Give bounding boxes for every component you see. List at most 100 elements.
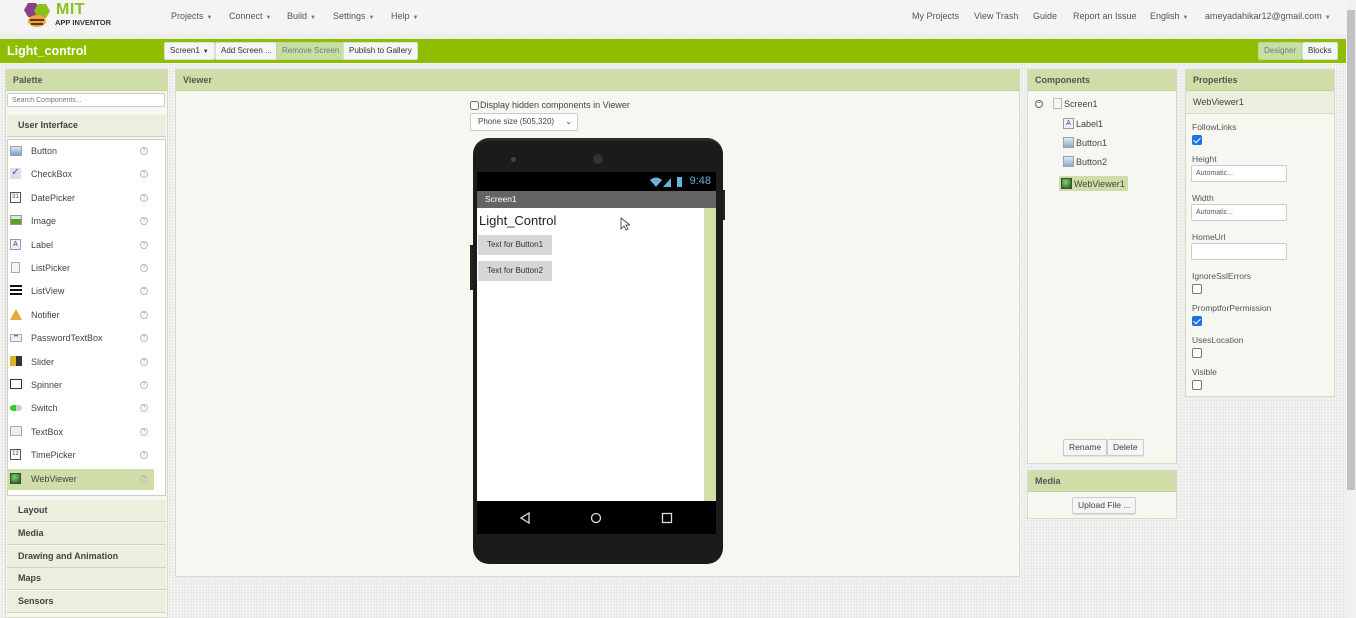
palette-item-webviewer[interactable]: WebViewer? [7,468,154,490]
display-hidden-checkbox[interactable] [470,100,479,110]
prop-height-input[interactable]: Automatic... [1191,165,1287,182]
prop-visible-checkbox[interactable] [1192,380,1202,390]
help-icon[interactable]: ? [140,147,148,155]
category-sensors[interactable]: Sensors [7,591,166,613]
publish-gallery-button[interactable]: Publish to Gallery [343,42,418,60]
account-dropdown[interactable]: ameyadahikar12@gmail.com ▼ [1205,11,1331,21]
palette-item-datepicker[interactable]: 31 DatePicker? [7,188,154,209]
help-icon[interactable]: ? [140,287,148,296]
link-report-issue[interactable]: Report an Issue [1073,11,1137,21]
tree-item-label1[interactable]: A Label1 [1063,118,1103,129]
category-user-interface[interactable]: User Interface [7,115,166,137]
phone-size-select[interactable]: Phone size (505,320) ⌄ [470,113,578,131]
help-icon[interactable]: ? [140,474,148,483]
palette-item-slider[interactable]: Slider? [7,352,154,373]
upload-file-button[interactable]: Upload File ... [1072,497,1137,514]
mock-label1[interactable]: Light_Control [479,213,556,228]
mock-button1[interactable]: Text for Button1 [478,235,552,255]
screen-select-label: Screen1 [170,46,200,55]
link-view-trash[interactable]: View Trash [974,11,1018,21]
search-components-input[interactable] [7,93,165,107]
palette-item-passwordtextbox[interactable]: •• PasswordTextBox? [7,328,154,349]
prop-width-input[interactable]: Automatic... [1191,204,1287,221]
add-screen-button[interactable]: Add Screen ... [215,42,278,60]
prop-followlinks-checkbox[interactable] [1192,135,1202,145]
logo-mit-text: MIT [56,1,86,18]
menu-help[interactable]: Help ▼ [391,11,418,21]
caret-down-icon: ▼ [202,49,209,55]
help-icon[interactable]: ? [140,427,148,436]
prop-useslocation-checkbox[interactable] [1192,348,1202,358]
palette-item-button[interactable]: Button? [7,141,154,162]
menu-projects[interactable]: Projects ▼ [171,11,212,21]
prop-homeurl-input[interactable] [1191,243,1287,260]
media-title: Media [1028,471,1176,492]
palette-item-listpicker[interactable]: ListPicker? [7,258,154,279]
textbox-icon [10,425,22,438]
language-dropdown[interactable]: English ▼ [1150,11,1188,21]
help-icon[interactable]: ? [140,451,148,460]
help-icon[interactable]: ? [140,240,148,249]
link-my-projects[interactable]: My Projects [912,11,959,21]
prop-ignoressl-checkbox[interactable] [1192,284,1202,294]
phone-nav-bar [477,501,716,534]
menu-label: Help [391,11,410,21]
palette-item-label[interactable]: A Label? [7,235,154,256]
help-icon[interactable]: ? [140,357,148,366]
help-icon[interactable]: ? [140,404,148,413]
listpicker-icon [10,262,22,274]
designer-button[interactable]: Designer [1258,42,1303,60]
tree-item-screen1[interactable]: Screen1 [1053,98,1098,109]
phone-camera-icon [593,154,603,164]
palette-item-textbox[interactable]: TextBox? [7,422,154,443]
help-icon[interactable]: ? [140,381,148,389]
palette-item-listview[interactable]: ListView? [7,281,154,302]
tree-item-button1[interactable]: Button1 [1063,137,1107,148]
menu-build[interactable]: Build ▼ [287,11,316,21]
palette-item-switch[interactable]: Switch? [7,398,154,419]
datepicker-icon: 31 [10,191,22,204]
notifier-icon [10,308,22,321]
display-hidden-toggle[interactable]: Display hidden components in Viewer [470,100,630,110]
screen-icon [1053,98,1062,109]
category-layout[interactable]: Layout [7,500,166,522]
tree-item-button2[interactable]: Button2 [1063,156,1107,167]
help-icon[interactable]: ? [140,310,148,319]
menu-connect[interactable]: Connect ▼ [229,11,271,21]
caret-down-icon: ▼ [206,15,213,21]
mock-webviewer-area[interactable] [704,208,716,501]
help-icon[interactable]: ? [140,264,148,272]
label-icon: A [10,238,22,251]
link-guide[interactable]: Guide [1033,11,1057,21]
menu-settings[interactable]: Settings ▼ [333,11,374,21]
remove-screen-button[interactable]: Remove Screen [276,42,346,60]
palette-item-label: Spinner [31,380,63,390]
help-icon[interactable]: ? [140,170,148,179]
category-maps[interactable]: Maps [7,568,166,590]
category-drawing-animation[interactable]: Drawing and Animation [7,546,166,568]
palette-item-notifier[interactable]: Notifier? [7,305,154,326]
collapse-tree-icon[interactable]: − [1035,100,1043,108]
help-icon[interactable]: ? [140,193,148,202]
prop-ignoressl-label: IgnoreSslErrors [1192,271,1252,281]
mock-button2[interactable]: Text for Button2 [478,261,552,281]
blocks-button[interactable]: Blocks [1302,42,1338,60]
delete-button[interactable]: Delete [1107,439,1144,456]
palette-item-image[interactable]: Image? [7,211,154,232]
app-inventor-logo[interactable]: MIT APP INVENTOR [22,1,112,31]
screen-select-button[interactable]: Screen1 ▼ [164,42,215,60]
tree-label: Button1 [1076,137,1108,148]
rename-button[interactable]: Rename [1063,439,1108,456]
page-scrollbar[interactable] [1346,0,1356,618]
prop-promptpermission-checkbox[interactable] [1192,316,1202,326]
help-icon[interactable]: ? [140,217,148,226]
category-media[interactable]: Media [7,523,166,545]
help-icon[interactable]: ? [140,334,148,343]
palette-item-checkbox[interactable]: ✓ CheckBox? [7,164,154,185]
palette-item-timepicker[interactable]: 12 TimePicker? [7,445,154,466]
caret-down-icon: ▼ [368,15,375,21]
tree-label: Screen1 [1064,98,1098,109]
tree-item-webviewer1[interactable]: WebViewer1 [1059,176,1128,191]
scrollbar-thumb[interactable] [1347,10,1355,490]
palette-item-spinner[interactable]: Spinner? [7,375,154,396]
